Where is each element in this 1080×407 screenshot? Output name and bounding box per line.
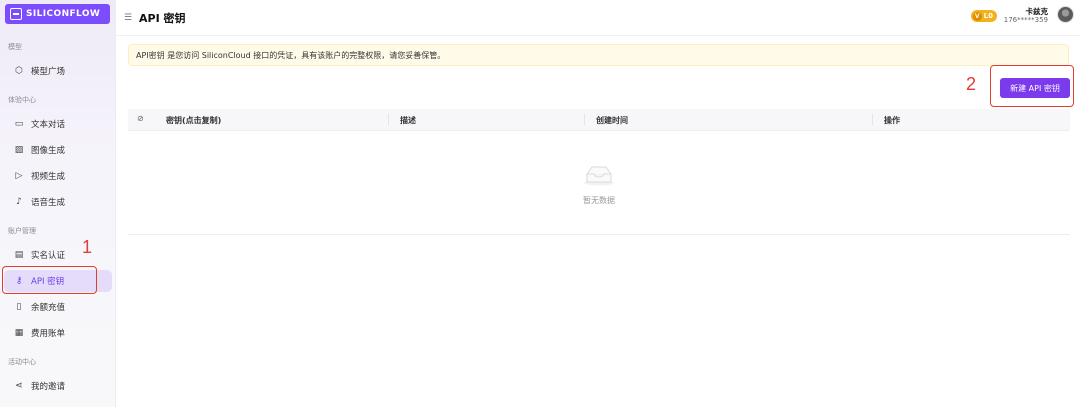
annotation-number-1: 1	[82, 237, 93, 257]
page-title: API 密钥	[139, 12, 186, 25]
sidebar: SILICONFLOW 模型 ⬡ 模型广场 体验中心 ▭ 文本对话 ▨ 图像生成…	[0, 0, 116, 407]
level-text: L0	[983, 12, 993, 20]
table-empty-state: 暂无数据	[128, 131, 1070, 235]
empty-text: 暂无数据	[583, 196, 615, 205]
column-header-key: 密钥(点击复制)	[166, 116, 222, 125]
eye-slash-icon[interactable]: ⊘	[137, 114, 144, 123]
nav-group-activities: 活动中心	[8, 358, 36, 366]
empty-inbox-icon	[584, 166, 614, 186]
nav-group-models: 模型	[8, 43, 22, 51]
create-api-key-button[interactable]: 新建 API 密钥	[1000, 78, 1070, 98]
share-icon: ⋖	[15, 381, 23, 391]
bill-icon: ▦	[14, 328, 24, 338]
sidebar-item-video-generation[interactable]: ▷ 视频生成	[4, 165, 112, 187]
sidebar-item-label: 模型广场	[31, 67, 66, 77]
chat-icon: ▭	[14, 119, 24, 129]
recharge-icon: ▯	[16, 302, 22, 312]
image-icon: ▨	[14, 145, 24, 155]
sidebar-item-label: 文本对话	[31, 120, 66, 130]
user-phone: 176*****359	[1003, 16, 1048, 24]
column-header-created-time: 创建时间	[596, 116, 628, 125]
avatar[interactable]	[1057, 6, 1074, 23]
vip-icon: V	[972, 11, 982, 21]
top-bar: ☰ API 密钥 V L0 卡兹克 176*****359	[116, 0, 1080, 36]
sidebar-item-label: 视频生成	[31, 172, 66, 182]
sidebar-item-label: 图像生成	[31, 146, 66, 156]
cube-icon: ⬡	[15, 66, 23, 76]
column-header-description: 描述	[400, 116, 416, 125]
sidebar-item-image-generation[interactable]: ▨ 图像生成	[4, 139, 112, 161]
sidebar-item-my-invitations[interactable]: ⋖ 我的邀请	[4, 375, 112, 397]
sidebar-item-billing[interactable]: ▦ 费用账单	[4, 322, 112, 344]
table-header: ⊘ 密钥(点击复制) 描述 创建时间 操作	[128, 109, 1070, 131]
sidebar-item-label: 实名认证	[31, 251, 66, 261]
column-divider	[872, 114, 873, 125]
mic-icon: ♪	[16, 197, 22, 207]
brand-name: SILICONFLOW	[26, 9, 101, 19]
nav-group-account: 账户管理	[8, 227, 36, 235]
sidebar-item-model-square[interactable]: ⬡ 模型广场	[4, 60, 112, 82]
brand-logo[interactable]: SILICONFLOW	[5, 4, 110, 24]
column-divider	[584, 114, 585, 125]
nav-group-playground: 体验中心	[8, 96, 36, 104]
column-header-actions: 操作	[884, 116, 900, 125]
sidebar-item-label: 余额充值	[31, 303, 66, 313]
info-notice: API密钥 是您访问 SiliconCloud 接口的凭证，具有该账户的完整权限…	[128, 44, 1069, 66]
column-divider	[388, 114, 389, 125]
annotation-highlight-api-keys	[2, 266, 97, 294]
sidebar-item-text-chat[interactable]: ▭ 文本对话	[4, 113, 112, 135]
level-badge[interactable]: V L0	[970, 10, 997, 22]
sidebar-item-recharge[interactable]: ▯ 余额充值	[4, 296, 112, 318]
sidebar-item-label: 我的邀请	[31, 382, 66, 392]
sidebar-item-real-name-auth[interactable]: ▤ 实名认证	[4, 244, 112, 266]
video-icon: ▷	[15, 171, 23, 181]
id-card-icon: ▤	[14, 250, 24, 260]
sidebar-item-label: 费用账单	[31, 329, 66, 339]
siliconflow-logo-icon	[10, 8, 22, 20]
annotation-number-2: 2	[966, 74, 977, 94]
menu-toggle-icon[interactable]: ☰	[124, 13, 132, 23]
sidebar-item-speech-generation[interactable]: ♪ 语音生成	[4, 191, 112, 213]
sidebar-item-label: 语音生成	[31, 198, 66, 208]
